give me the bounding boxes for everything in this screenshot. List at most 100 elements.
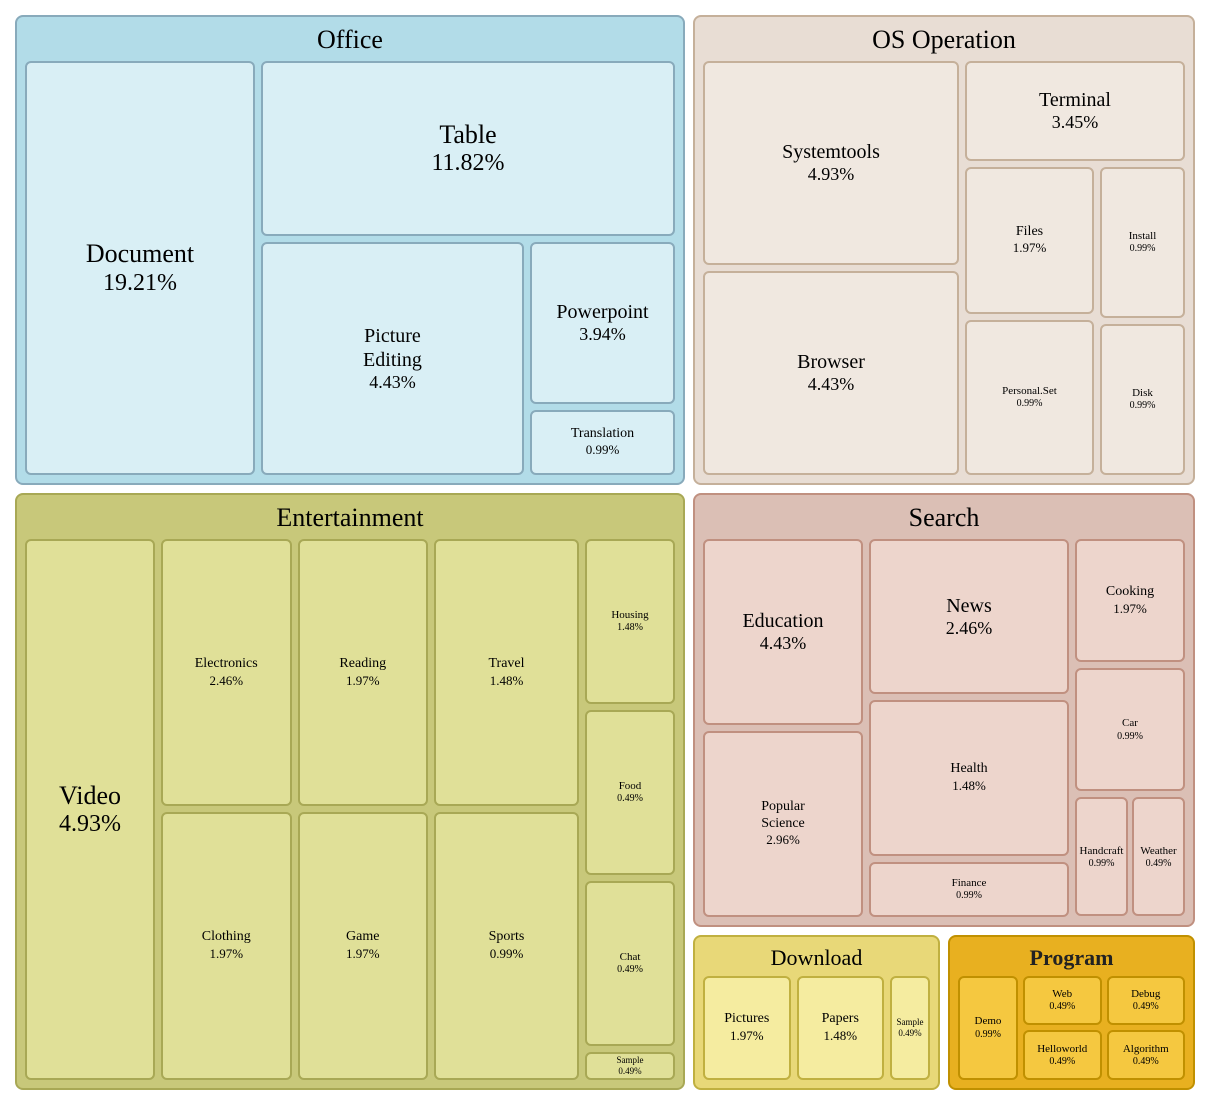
search-health-cell: Health 1.48% [869,700,1069,856]
search-weather-pct: 0.49% [1146,858,1172,869]
os-inner: Systemtools 4.93% Browser 4.43% Terminal… [703,61,1185,475]
search-finance-label: Finance [952,877,987,890]
ent-travel-pct: 1.48% [490,673,524,689]
ent-chat-cell: Chat 0.49% [585,881,675,1046]
office-powerpoint-pct: 3.94% [579,324,626,345]
os-systemtools-label: Systemtools [782,140,880,164]
download-pictures-cell: Pictures 1.97% [703,976,791,1080]
office-table-label: Table [439,119,496,150]
download-pictures-pct: 1.97% [730,1028,764,1044]
search-popular-label: PopularScience [761,799,805,833]
ent-sports-pct: 0.99% [490,946,524,962]
ent-electronics-pct: 2.46% [209,673,243,689]
program-helloworld-label: Helloworld [1037,1043,1087,1056]
program-helloworld-cell: Helloworld 0.49% [1023,1030,1102,1080]
download-sample-pct: 0.49% [898,1028,921,1038]
os-title: OS Operation [703,25,1185,55]
os-install-cell: Install 0.99% [1100,167,1185,318]
search-handcraft-label: Handcraft [1080,845,1124,858]
search-news-label: News [946,594,992,618]
program-demo-cell: Demo 0.99% [958,976,1018,1080]
os-browser-cell: Browser 4.43% [703,271,959,475]
office-title: Office [25,25,675,55]
search-cooking-cell: Cooking 1.97% [1075,539,1185,662]
program-algorithm-pct: 0.49% [1133,1056,1159,1067]
ent-electronics-label: Electronics [195,656,258,673]
office-translation-cell: Translation 0.99% [530,410,675,475]
search-cooking-pct: 1.97% [1113,601,1147,617]
os-disk-pct: 0.99% [1130,400,1156,411]
ent-video-pct: 4.93% [59,811,121,838]
ent-sports-label: Sports [489,929,525,946]
program-web-pct: 0.49% [1049,1001,1075,1012]
os-left: Systemtools 4.93% Browser 4.43% [703,61,959,475]
os-disk-label: Disk [1132,387,1153,400]
office-table-cell: Table 11.82% [261,61,675,236]
search-section: Search Education 4.43% PopularScience 2.… [693,493,1195,927]
search-right: Cooking 1.97% Car 0.99% Handcraft 0.99% [1075,539,1185,917]
program-small-grid: Web 0.49% Debug 0.49% Helloworld 0.49% [1023,976,1185,1080]
program-debug-cell: Debug 0.49% [1107,976,1186,1026]
office-table-pct: 11.82% [431,150,504,177]
search-popular-cell: PopularScience 2.96% [703,731,863,917]
ent-sample-label: Sample [617,1055,644,1066]
search-weather-cell: Weather 0.49% [1132,797,1185,916]
ent-travel-cell: Travel 1.48% [434,539,579,807]
search-inner: Education 4.43% PopularScience 2.96% New… [703,539,1185,917]
search-health-label: Health [950,761,987,778]
ent-middle: Electronics 2.46% Reading 1.97% Clothing… [161,539,428,1080]
office-document-pct: 19.21% [103,270,177,297]
ent-game-pct: 1.97% [346,946,380,962]
search-popular-pct: 2.96% [766,832,800,848]
treemap-root: Office Document 19.21% Table 11.82% Pict… [15,15,1195,1090]
search-news-pct: 2.46% [946,618,993,639]
os-files-cell: Files 1.97% [965,167,1094,314]
search-cooking-label: Cooking [1106,584,1154,601]
ent-reading-pct: 1.97% [346,673,380,689]
os-install-label: Install [1129,230,1157,243]
os-disk-cell: Disk 0.99% [1100,324,1185,475]
office-inner: Document 19.21% Table 11.82% PictureEdit… [25,61,675,475]
ent-food-pct: 0.49% [617,793,643,804]
search-education-cell: Education 4.43% [703,539,863,725]
office-powerpoint-label: Powerpoint [556,300,648,324]
ent-reading-label: Reading [339,656,386,673]
ent-middle-top: Electronics 2.46% Reading 1.97% [161,539,428,807]
ent-clothing-label: Clothing [202,929,251,946]
search-left: Education 4.43% PopularScience 2.96% [703,539,863,917]
os-personalset-label: Personal.Set [1002,385,1057,398]
office-document-label: Document [86,238,194,269]
office-document-cell: Document 19.21% [25,61,255,475]
program-inner: Demo 0.99% Web 0.49% Debug 0.49% [958,976,1185,1080]
ent-food-label: Food [619,780,642,793]
ent-housing-cell: Housing 1.48% [585,539,675,704]
os-section: OS Operation Systemtools 4.93% Browser 4… [693,15,1195,485]
os-install-pct: 0.99% [1130,243,1156,254]
ent-game-cell: Game 1.97% [298,812,429,1080]
program-demo-pct: 0.99% [975,1029,1001,1040]
download-papers-pct: 1.48% [823,1028,857,1044]
program-title: Program [958,945,1185,971]
download-pictures-label: Pictures [724,1011,769,1028]
search-handcraft-cell: Handcraft 0.99% [1075,797,1128,916]
search-middle: News 2.46% Health 1.48% Finance 0.99% [869,539,1069,917]
program-web-label: Web [1052,988,1072,1001]
os-right: Terminal 3.45% Files 1.97% Personal.Set … [965,61,1185,475]
download-program-row: Download Pictures 1.97% Papers 1.48% Sam… [693,935,1195,1090]
download-title: Download [703,945,930,971]
os-terminal-label: Terminal [1039,88,1111,112]
office-bottom-row: PictureEditing 4.43% Powerpoint 3.94% Tr… [261,242,675,475]
program-web-cell: Web 0.49% [1023,976,1102,1026]
search-finance-pct: 0.99% [956,890,982,901]
search-health-pct: 1.48% [952,778,986,794]
ent-housing-pct: 1.48% [617,622,643,633]
program-algorithm-cell: Algorithm 0.49% [1107,1030,1186,1080]
search-weather-label: Weather [1140,845,1176,858]
office-section: Office Document 19.21% Table 11.82% Pict… [15,15,685,485]
os-terminal-pct: 3.45% [1052,112,1099,133]
search-finance-cell: Finance 0.99% [869,862,1069,917]
os-systemtools-cell: Systemtools 4.93% [703,61,959,265]
os-files-pct: 1.97% [1013,240,1047,256]
os-bottom-right: Files 1.97% Personal.Set 0.99% Install 0… [965,167,1185,475]
entertainment-section: Entertainment Video 4.93% Electronics 2.… [15,493,685,1090]
